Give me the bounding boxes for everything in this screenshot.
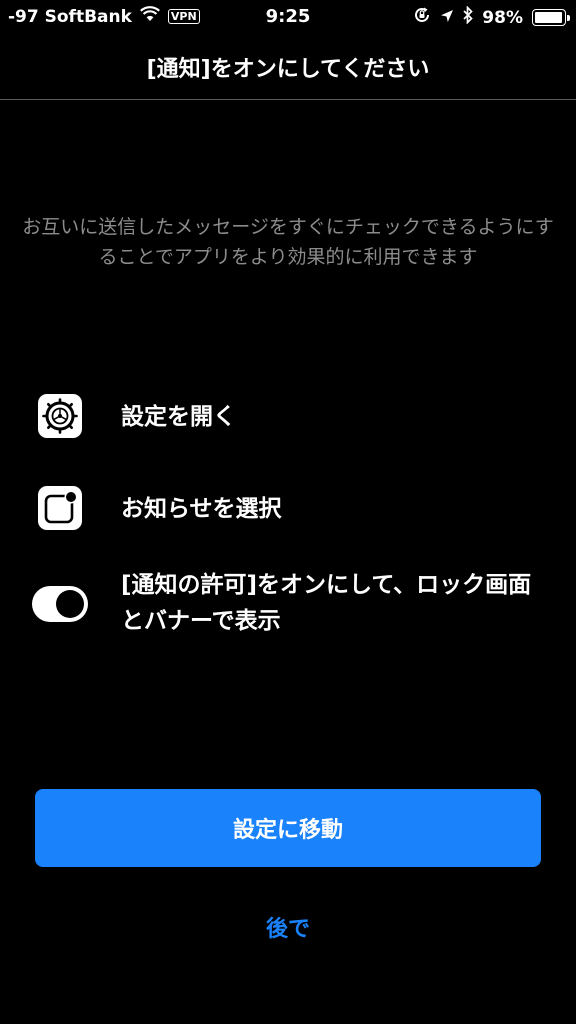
status-bar-right: 98% xyxy=(413,5,570,29)
battery-icon xyxy=(532,9,570,26)
step-allow-notifications: [通知の許可]をオンにして、ロック画面とバナーで表示 xyxy=(0,566,576,642)
battery-percent: 98% xyxy=(482,7,523,28)
toggle-knob xyxy=(56,590,84,618)
step-label: 設定を開く xyxy=(121,404,236,430)
step-open-settings: 設定を開く xyxy=(0,394,576,440)
location-arrow-icon xyxy=(440,8,454,28)
step-select-notifications: お知らせを選択 xyxy=(0,486,576,532)
bluetooth-icon xyxy=(463,5,473,29)
toggle-switch-icon xyxy=(32,586,88,622)
notification-badge-icon xyxy=(38,486,82,530)
notification-permission-screen: -97 SoftBank VPN 9:25 98% [通知]をオンにしてください… xyxy=(0,0,576,1024)
battery-fill xyxy=(535,12,563,23)
step-label: お知らせを選択 xyxy=(121,496,282,522)
description-text: お互いに送信したメッセージをすぐにチェックできるようにすることでアプリをより効果… xyxy=(22,216,554,268)
step-label: [通知の許可]をオンにして、ロック画面とバナーで表示 xyxy=(121,572,532,634)
go-to-settings-button[interactable]: 設定に移動 xyxy=(35,789,541,867)
header: [通知]をオンにしてください xyxy=(0,34,576,100)
settings-gear-icon xyxy=(38,394,82,438)
later-button[interactable]: 後で xyxy=(0,912,576,948)
status-bar: -97 SoftBank VPN 9:25 98% xyxy=(0,0,576,34)
orientation-lock-icon xyxy=(413,6,431,29)
page-title: [通知]をオンにしてください xyxy=(146,56,430,82)
